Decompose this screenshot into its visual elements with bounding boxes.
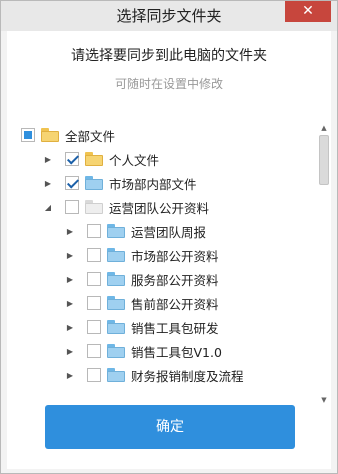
folder-icon [85, 152, 103, 166]
expand-right-icon[interactable]: ▶ [65, 250, 75, 260]
folder-icon [85, 176, 103, 190]
folder-icon [85, 200, 103, 214]
tree-row[interactable]: ▶ 个人文件 [43, 147, 159, 171]
folder-label: 财务报销制度及流程 [131, 368, 244, 384]
folder-label: 销售工具包研发 [131, 320, 219, 336]
page-title: 请选择要同步到此电脑的文件夹 [71, 48, 267, 64]
tree-row[interactable]: ▶ 运营团队周报 [65, 219, 206, 243]
sync-folder-dialog: 选择同步文件夹 ✕ 请选择要同步到此电脑的文件夹 可随时在设置中修改 全部文件 ▶… [0, 0, 338, 474]
folder-label: 销售工具包V1.0 [131, 344, 222, 360]
close-button[interactable]: ✕ [285, 1, 331, 22]
folder-label: 运营团队周报 [131, 224, 207, 240]
tree-row[interactable]: ▶ 市场部内部文件 [43, 171, 197, 195]
folder-icon [107, 344, 125, 358]
folder-checkbox[interactable] [87, 248, 101, 262]
expand-right-icon[interactable]: ▶ [65, 298, 75, 308]
expand-right-icon[interactable]: ▶ [43, 154, 53, 164]
tree-row[interactable]: 全部文件 [21, 123, 115, 147]
folder-label: 个人文件 [109, 152, 160, 168]
folder-checkbox[interactable] [65, 152, 79, 166]
page-subtitle: 可随时在设置中修改 [114, 77, 223, 91]
confirm-button[interactable]: 确定 [45, 405, 295, 449]
folder-checkbox[interactable] [21, 128, 35, 142]
folder-icon [107, 272, 125, 286]
title-bar: 选择同步文件夹 ✕ [1, 1, 337, 31]
tree-row[interactable]: ▶ 销售工具包研发 [65, 315, 219, 339]
expand-right-icon[interactable]: ▶ [65, 274, 75, 284]
scroll-up-icon[interactable]: ▲ [319, 123, 329, 133]
tree-row[interactable]: ▶ 销售工具包V1.0 [65, 339, 222, 363]
folder-checkbox[interactable] [87, 296, 101, 310]
dialog-body: 请选择要同步到此电脑的文件夹 可随时在设置中修改 全部文件 ▶ 个人文件 ▶ 市场部内部… [7, 31, 331, 469]
folder-icon [107, 368, 125, 382]
folder-label: 市场部公开资料 [131, 248, 219, 264]
tree-row[interactable]: ▶ 市场部公开资料 [65, 243, 219, 267]
expand-down-icon[interactable]: ◢ [43, 202, 53, 212]
folder-icon [107, 248, 125, 262]
folder-checkbox[interactable] [87, 272, 101, 286]
folder-label: 服务部公开资料 [131, 272, 219, 288]
tree-row[interactable]: ◢ 运营团队公开资料 [43, 195, 209, 219]
folder-checkbox[interactable] [87, 224, 101, 238]
folder-checkbox[interactable] [65, 200, 79, 214]
folder-checkbox[interactable] [65, 176, 79, 190]
tree-row[interactable]: ▶ 财务报销制度及流程 [65, 363, 244, 387]
folder-icon [41, 128, 59, 142]
scroll-down-icon[interactable]: ▼ [319, 395, 329, 405]
expand-right-icon[interactable]: ▶ [65, 322, 75, 332]
expand-right-icon[interactable]: ▶ [65, 346, 75, 356]
expand-right-icon[interactable]: ▶ [65, 226, 75, 236]
expand-right-icon[interactable]: ▶ [65, 370, 75, 380]
folder-icon [107, 296, 125, 310]
folder-checkbox[interactable] [87, 320, 101, 334]
tree-row[interactable]: ▶ 售前部公开资料 [65, 291, 219, 315]
expand-right-icon[interactable]: ▶ [43, 178, 53, 188]
folder-label: 售前部公开资料 [131, 296, 219, 312]
folder-icon [107, 320, 125, 334]
folder-label: 全部文件 [65, 128, 116, 144]
folder-tree: 全部文件 ▶ 个人文件 ▶ 市场部内部文件 ◢ 运营团队公开资料 ▶ 运营团队周报 ▶ 市场部公开资… [21, 123, 327, 405]
tree-row[interactable]: ▶ 服务部公开资料 [65, 267, 219, 291]
folder-checkbox[interactable] [87, 344, 101, 358]
folder-label: 运营团队公开资料 [109, 200, 210, 216]
scroll-thumb[interactable] [319, 135, 329, 185]
tree-scrollbar[interactable]: ▲ ▼ [319, 123, 329, 405]
folder-checkbox[interactable] [87, 368, 101, 382]
folder-icon [107, 224, 125, 238]
folder-label: 市场部内部文件 [109, 176, 197, 192]
